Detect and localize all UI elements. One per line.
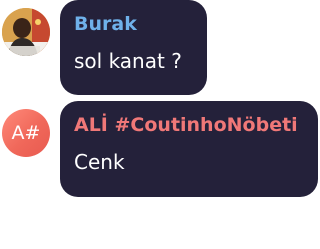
message-bubble[interactable]: Burak sol kanat ? <box>60 0 207 95</box>
chat-screen: Burak sol kanat ? A# ALİ #CoutinhoNöbeti… <box>0 0 320 249</box>
sender-name[interactable]: ALİ #CoutinhoNöbeti <box>74 113 304 137</box>
message-text: sol kanat ? <box>74 49 182 73</box>
avatar-initials-text: A# <box>11 122 41 144</box>
avatar-initials[interactable]: A# <box>2 109 50 157</box>
sender-name[interactable]: Burak <box>74 12 193 36</box>
user-photo-icon <box>2 8 50 56</box>
avatar[interactable] <box>2 8 50 56</box>
message-bubble[interactable]: ALİ #CoutinhoNöbeti Cenk <box>60 101 318 197</box>
message-text: Cenk <box>74 150 125 174</box>
